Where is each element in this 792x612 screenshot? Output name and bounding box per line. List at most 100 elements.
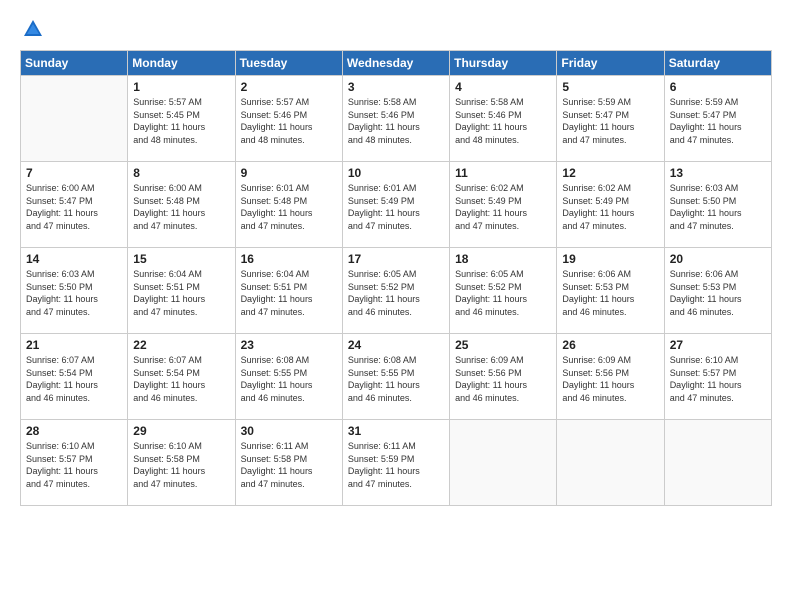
day-info: Sunrise: 6:10 AM Sunset: 5:57 PM Dayligh…: [26, 440, 122, 490]
day-info: Sunrise: 6:01 AM Sunset: 5:49 PM Dayligh…: [348, 182, 444, 232]
day-number: 2: [241, 80, 337, 94]
day-number: 17: [348, 252, 444, 266]
calendar-cell: 5 Sunrise: 5:59 AM Sunset: 5:47 PM Dayli…: [557, 76, 664, 162]
day-number: 4: [455, 80, 551, 94]
day-info: Sunrise: 6:00 AM Sunset: 5:47 PM Dayligh…: [26, 182, 122, 232]
day-info: Sunrise: 6:08 AM Sunset: 5:55 PM Dayligh…: [241, 354, 337, 404]
calendar-cell: 13 Sunrise: 6:03 AM Sunset: 5:50 PM Dayl…: [664, 162, 771, 248]
day-info: Sunrise: 6:09 AM Sunset: 5:56 PM Dayligh…: [455, 354, 551, 404]
calendar-cell: 11 Sunrise: 6:02 AM Sunset: 5:49 PM Dayl…: [450, 162, 557, 248]
day-number: 9: [241, 166, 337, 180]
calendar-cell: 26 Sunrise: 6:09 AM Sunset: 5:56 PM Dayl…: [557, 334, 664, 420]
calendar-cell: 12 Sunrise: 6:02 AM Sunset: 5:49 PM Dayl…: [557, 162, 664, 248]
calendar-cell: 17 Sunrise: 6:05 AM Sunset: 5:52 PM Dayl…: [342, 248, 449, 334]
calendar-cell: 28 Sunrise: 6:10 AM Sunset: 5:57 PM Dayl…: [21, 420, 128, 506]
day-info: Sunrise: 6:08 AM Sunset: 5:55 PM Dayligh…: [348, 354, 444, 404]
day-number: 6: [670, 80, 766, 94]
weekday-header: Friday: [557, 51, 664, 76]
weekday-header: Sunday: [21, 51, 128, 76]
day-info: Sunrise: 6:03 AM Sunset: 5:50 PM Dayligh…: [670, 182, 766, 232]
calendar-cell: 22 Sunrise: 6:07 AM Sunset: 5:54 PM Dayl…: [128, 334, 235, 420]
logo: [20, 18, 44, 40]
day-info: Sunrise: 6:10 AM Sunset: 5:57 PM Dayligh…: [670, 354, 766, 404]
day-info: Sunrise: 6:02 AM Sunset: 5:49 PM Dayligh…: [562, 182, 658, 232]
calendar-week-row: 1 Sunrise: 5:57 AM Sunset: 5:45 PM Dayli…: [21, 76, 772, 162]
day-number: 27: [670, 338, 766, 352]
day-number: 31: [348, 424, 444, 438]
calendar-cell: [557, 420, 664, 506]
calendar-cell: 4 Sunrise: 5:58 AM Sunset: 5:46 PM Dayli…: [450, 76, 557, 162]
calendar-cell: 21 Sunrise: 6:07 AM Sunset: 5:54 PM Dayl…: [21, 334, 128, 420]
day-info: Sunrise: 6:02 AM Sunset: 5:49 PM Dayligh…: [455, 182, 551, 232]
day-number: 7: [26, 166, 122, 180]
day-number: 14: [26, 252, 122, 266]
day-number: 21: [26, 338, 122, 352]
weekday-header: Monday: [128, 51, 235, 76]
calendar-cell: 19 Sunrise: 6:06 AM Sunset: 5:53 PM Dayl…: [557, 248, 664, 334]
day-number: 16: [241, 252, 337, 266]
day-info: Sunrise: 6:05 AM Sunset: 5:52 PM Dayligh…: [348, 268, 444, 318]
day-number: 29: [133, 424, 229, 438]
calendar-cell: [21, 76, 128, 162]
day-number: 1: [133, 80, 229, 94]
day-number: 8: [133, 166, 229, 180]
day-number: 19: [562, 252, 658, 266]
day-number: 26: [562, 338, 658, 352]
day-number: 3: [348, 80, 444, 94]
weekday-header: Wednesday: [342, 51, 449, 76]
day-info: Sunrise: 5:57 AM Sunset: 5:46 PM Dayligh…: [241, 96, 337, 146]
calendar-cell: [664, 420, 771, 506]
header: [20, 18, 772, 40]
calendar-cell: [450, 420, 557, 506]
day-info: Sunrise: 6:11 AM Sunset: 5:58 PM Dayligh…: [241, 440, 337, 490]
day-number: 24: [348, 338, 444, 352]
day-info: Sunrise: 6:05 AM Sunset: 5:52 PM Dayligh…: [455, 268, 551, 318]
day-number: 20: [670, 252, 766, 266]
day-number: 13: [670, 166, 766, 180]
day-number: 12: [562, 166, 658, 180]
calendar-cell: 7 Sunrise: 6:00 AM Sunset: 5:47 PM Dayli…: [21, 162, 128, 248]
day-number: 5: [562, 80, 658, 94]
day-info: Sunrise: 5:59 AM Sunset: 5:47 PM Dayligh…: [670, 96, 766, 146]
calendar-cell: 29 Sunrise: 6:10 AM Sunset: 5:58 PM Dayl…: [128, 420, 235, 506]
calendar-cell: 2 Sunrise: 5:57 AM Sunset: 5:46 PM Dayli…: [235, 76, 342, 162]
day-number: 15: [133, 252, 229, 266]
day-info: Sunrise: 5:57 AM Sunset: 5:45 PM Dayligh…: [133, 96, 229, 146]
calendar-cell: 18 Sunrise: 6:05 AM Sunset: 5:52 PM Dayl…: [450, 248, 557, 334]
day-info: Sunrise: 6:07 AM Sunset: 5:54 PM Dayligh…: [26, 354, 122, 404]
logo-general: [20, 18, 44, 40]
day-info: Sunrise: 6:04 AM Sunset: 5:51 PM Dayligh…: [241, 268, 337, 318]
calendar-cell: 20 Sunrise: 6:06 AM Sunset: 5:53 PM Dayl…: [664, 248, 771, 334]
calendar-cell: 14 Sunrise: 6:03 AM Sunset: 5:50 PM Dayl…: [21, 248, 128, 334]
calendar-cell: 23 Sunrise: 6:08 AM Sunset: 5:55 PM Dayl…: [235, 334, 342, 420]
calendar-cell: 9 Sunrise: 6:01 AM Sunset: 5:48 PM Dayli…: [235, 162, 342, 248]
weekday-header-row: SundayMondayTuesdayWednesdayThursdayFrid…: [21, 51, 772, 76]
weekday-header: Tuesday: [235, 51, 342, 76]
day-info: Sunrise: 6:11 AM Sunset: 5:59 PM Dayligh…: [348, 440, 444, 490]
day-number: 18: [455, 252, 551, 266]
day-number: 30: [241, 424, 337, 438]
calendar-cell: 3 Sunrise: 5:58 AM Sunset: 5:46 PM Dayli…: [342, 76, 449, 162]
calendar-table: SundayMondayTuesdayWednesdayThursdayFrid…: [20, 50, 772, 506]
day-info: Sunrise: 6:06 AM Sunset: 5:53 PM Dayligh…: [562, 268, 658, 318]
calendar-week-row: 14 Sunrise: 6:03 AM Sunset: 5:50 PM Dayl…: [21, 248, 772, 334]
calendar-cell: 8 Sunrise: 6:00 AM Sunset: 5:48 PM Dayli…: [128, 162, 235, 248]
day-info: Sunrise: 6:04 AM Sunset: 5:51 PM Dayligh…: [133, 268, 229, 318]
day-info: Sunrise: 5:58 AM Sunset: 5:46 PM Dayligh…: [455, 96, 551, 146]
weekday-header: Thursday: [450, 51, 557, 76]
day-info: Sunrise: 6:00 AM Sunset: 5:48 PM Dayligh…: [133, 182, 229, 232]
calendar-cell: 24 Sunrise: 6:08 AM Sunset: 5:55 PM Dayl…: [342, 334, 449, 420]
calendar-cell: 30 Sunrise: 6:11 AM Sunset: 5:58 PM Dayl…: [235, 420, 342, 506]
day-info: Sunrise: 5:59 AM Sunset: 5:47 PM Dayligh…: [562, 96, 658, 146]
day-info: Sunrise: 6:09 AM Sunset: 5:56 PM Dayligh…: [562, 354, 658, 404]
day-number: 22: [133, 338, 229, 352]
day-info: Sunrise: 6:06 AM Sunset: 5:53 PM Dayligh…: [670, 268, 766, 318]
day-number: 25: [455, 338, 551, 352]
calendar-cell: 25 Sunrise: 6:09 AM Sunset: 5:56 PM Dayl…: [450, 334, 557, 420]
day-info: Sunrise: 6:01 AM Sunset: 5:48 PM Dayligh…: [241, 182, 337, 232]
calendar-week-row: 7 Sunrise: 6:00 AM Sunset: 5:47 PM Dayli…: [21, 162, 772, 248]
calendar-cell: 1 Sunrise: 5:57 AM Sunset: 5:45 PM Dayli…: [128, 76, 235, 162]
calendar-cell: 27 Sunrise: 6:10 AM Sunset: 5:57 PM Dayl…: [664, 334, 771, 420]
day-info: Sunrise: 6:07 AM Sunset: 5:54 PM Dayligh…: [133, 354, 229, 404]
day-info: Sunrise: 5:58 AM Sunset: 5:46 PM Dayligh…: [348, 96, 444, 146]
